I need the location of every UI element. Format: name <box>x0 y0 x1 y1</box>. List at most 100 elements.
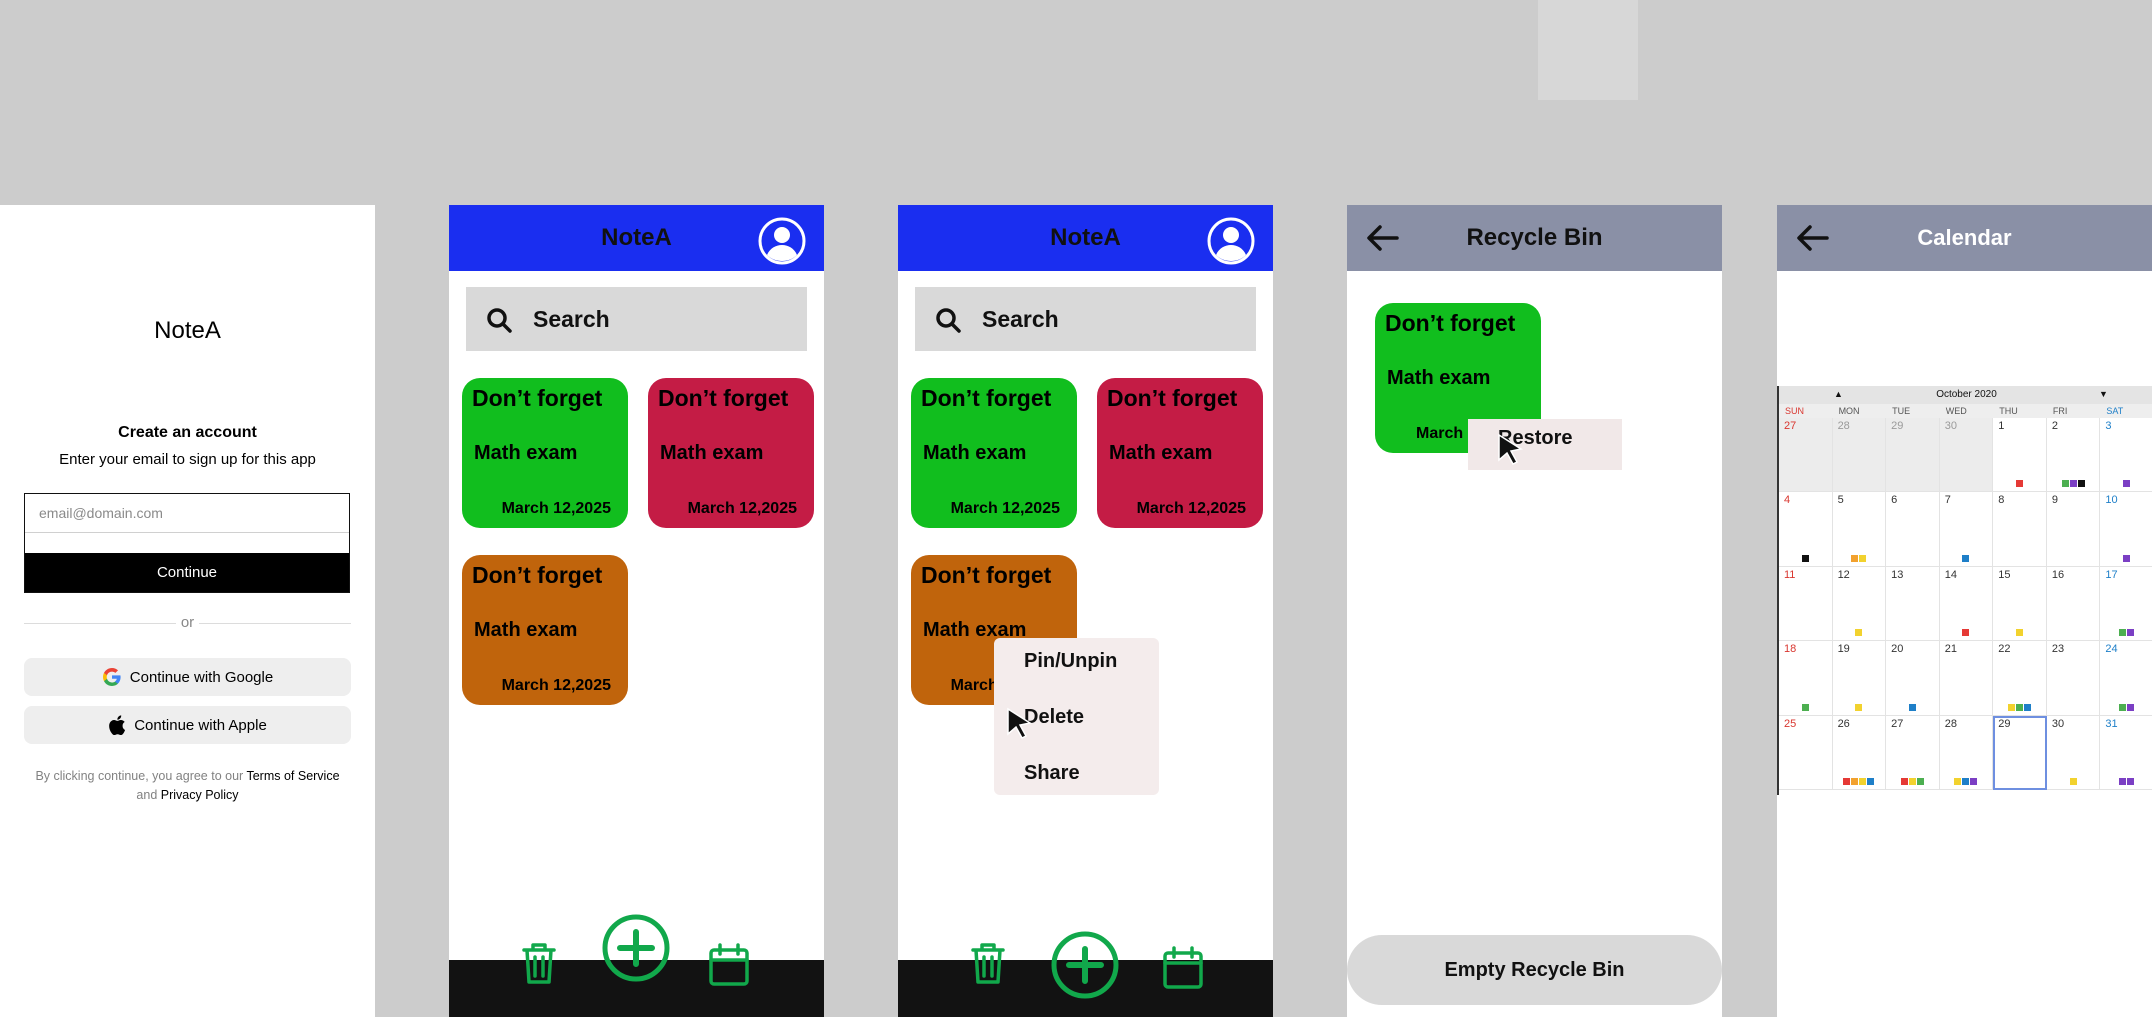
restore-popup: Restore <box>1468 419 1622 470</box>
login-screen: NoteA Create an account Enter your email… <box>0 205 375 1017</box>
pin-unpin-menu-item[interactable]: Pin/Unpin <box>1024 650 1117 673</box>
add-note-icon[interactable] <box>602 914 670 982</box>
divider-right <box>199 623 351 624</box>
event-marker <box>1908 778 1916 785</box>
note-card[interactable]: Don’t forget Math exam March 12,2025 <box>462 378 628 528</box>
calendar-day-cell[interactable]: 20 <box>1886 641 1940 716</box>
day-number: 21 <box>1944 643 1957 656</box>
terms-of-service-link[interactable]: Terms of Service <box>246 769 339 783</box>
calendar-day-cell[interactable]: 5 <box>1832 492 1887 567</box>
search-icon <box>936 308 961 333</box>
event-marker <box>2061 480 2069 488</box>
calendar-day-cell[interactable]: 30 <box>2046 715 2101 790</box>
calendar-icon[interactable] <box>707 942 751 988</box>
note-subtitle: Math exam <box>474 442 578 464</box>
share-menu-item[interactable]: Share <box>1024 762 1080 785</box>
calendar-day-cell[interactable]: 7 <box>1939 492 1994 567</box>
note-subtitle: Math exam <box>1387 367 1491 389</box>
calendar-day-cell[interactable]: 25 <box>1779 715 1833 790</box>
event-marker <box>1867 778 1875 785</box>
event-marker <box>2016 480 2024 488</box>
next-month-icon[interactable]: ▼ <box>2099 389 2108 399</box>
calendar-day-cell[interactable]: 12 <box>1832 566 1887 642</box>
event-markers <box>2047 480 2100 488</box>
calendar-day-cell[interactable]: 27 <box>1779 418 1833 493</box>
continue-with-apple-button[interactable]: Continue with Apple <box>24 706 351 744</box>
weekday-label: WED <box>1945 406 1967 416</box>
home-screen: NoteA Search Don’t forget Math exam Marc… <box>449 205 824 1017</box>
search-bar[interactable]: Search <box>466 287 807 351</box>
calendar-day-cell[interactable]: 29 <box>1993 715 2047 790</box>
note-card[interactable]: Don’t forget Math exam March 12,2025 <box>648 378 814 528</box>
calendar-day-cell[interactable]: 31 <box>2100 716 2152 790</box>
event-markers <box>1833 703 1886 711</box>
calendar-day-cell[interactable]: 1 <box>1993 418 2047 493</box>
event-marker <box>2008 703 2016 711</box>
day-number: 27 <box>1784 420 1797 432</box>
calendar-icon[interactable] <box>1161 945 1205 991</box>
search-label: Search <box>533 306 610 332</box>
note-card[interactable]: Don’t forget Math exam March 12,2025 <box>911 378 1077 528</box>
day-number: 29 <box>1998 717 2011 730</box>
profile-avatar-icon[interactable] <box>758 217 806 265</box>
calendar-day-cell[interactable]: 6 <box>1886 492 1940 567</box>
calendar-day-cell[interactable]: 26 <box>1832 715 1887 790</box>
calendar-day-cell[interactable]: 30 <box>1939 418 1994 493</box>
search-bar[interactable]: Search <box>915 287 1256 351</box>
calendar-day-cell[interactable]: 14 <box>1939 566 1994 642</box>
calendar-day-cell[interactable]: 24 <box>2100 641 2152 716</box>
calendar-day-cell[interactable]: 27 <box>1886 715 1940 790</box>
add-note-icon[interactable] <box>1051 931 1119 999</box>
calendar-day-cell[interactable]: 4 <box>1779 492 1833 567</box>
day-number: 19 <box>1837 643 1850 656</box>
privacy-policy-link[interactable]: Privacy Policy <box>161 788 239 802</box>
event-markers <box>2100 703 2152 711</box>
note-title: Don’t forget <box>1107 385 1238 411</box>
email-field[interactable] <box>25 494 349 533</box>
page-title: Recycle Bin <box>1466 224 1603 251</box>
calendar-day-cell[interactable]: 13 <box>1886 566 1940 642</box>
calendar-day-cell[interactable]: 28 <box>1939 715 1994 790</box>
calendar-day-cell[interactable]: 2 <box>2046 418 2101 493</box>
calendar-day-cell[interactable]: 9 <box>2046 492 2101 567</box>
calendar-day-cell[interactable]: 15 <box>1993 566 2047 642</box>
calendar-day-cell[interactable]: 11 <box>1779 566 1833 642</box>
event-markers <box>1940 629 1993 637</box>
continue-button[interactable]: Continue <box>25 553 349 592</box>
event-marker <box>1851 778 1859 785</box>
day-number: 11 <box>1784 568 1796 581</box>
day-number: 22 <box>1998 643 2011 656</box>
day-number: 29 <box>1891 420 1904 432</box>
calendar-day-cell[interactable]: 16 <box>2046 566 2101 642</box>
calendar-day-cell[interactable]: 19 <box>1832 641 1887 716</box>
calendar-day-cell[interactable]: 10 <box>2100 492 2152 567</box>
note-card[interactable]: Don’t forget Math exam March 12,2025 <box>1097 378 1263 528</box>
calendar-day-cell[interactable]: 21 <box>1939 641 1994 716</box>
calendar-day-cell[interactable]: 17 <box>2100 567 2152 642</box>
search-icon <box>487 308 512 333</box>
day-number: 24 <box>2105 643 2118 656</box>
calendar-day-cell[interactable]: 8 <box>1993 492 2047 567</box>
calendar-day-cell[interactable]: 23 <box>2046 641 2101 716</box>
weekday-label: FRI <box>2052 406 2068 416</box>
event-marker <box>1962 778 1970 785</box>
placeholder-block <box>1538 0 1638 100</box>
calendar-day-cell[interactable]: 18 <box>1779 641 1833 716</box>
day-number: 7 <box>1944 494 1951 507</box>
home-context-menu-screen: NoteA Search Don’t forget Math exam Marc… <box>898 205 1273 1017</box>
calendar-day-cell[interactable]: 22 <box>1993 641 2047 716</box>
calendar-day-cell[interactable]: 29 <box>1886 418 1940 493</box>
empty-recycle-bin-button[interactable]: Empty Recycle Bin <box>1347 935 1722 1005</box>
trash-icon[interactable] <box>519 940 559 986</box>
trash-icon[interactable] <box>968 940 1008 986</box>
event-marker <box>1855 629 1863 637</box>
event-markers <box>2100 778 2152 785</box>
continue-with-google-button[interactable]: Continue with Google <box>24 658 351 696</box>
profile-avatar-icon[interactable] <box>1207 217 1255 265</box>
day-number: 5 <box>1837 494 1844 507</box>
note-card[interactable]: Don’t forget Math exam March 12,2025 <box>462 555 628 705</box>
event-marker <box>1962 629 1970 637</box>
calendar-day-cell[interactable]: 28 <box>1832 418 1887 493</box>
event-marker <box>1843 778 1851 785</box>
calendar-day-cell[interactable]: 3 <box>2100 418 2152 493</box>
